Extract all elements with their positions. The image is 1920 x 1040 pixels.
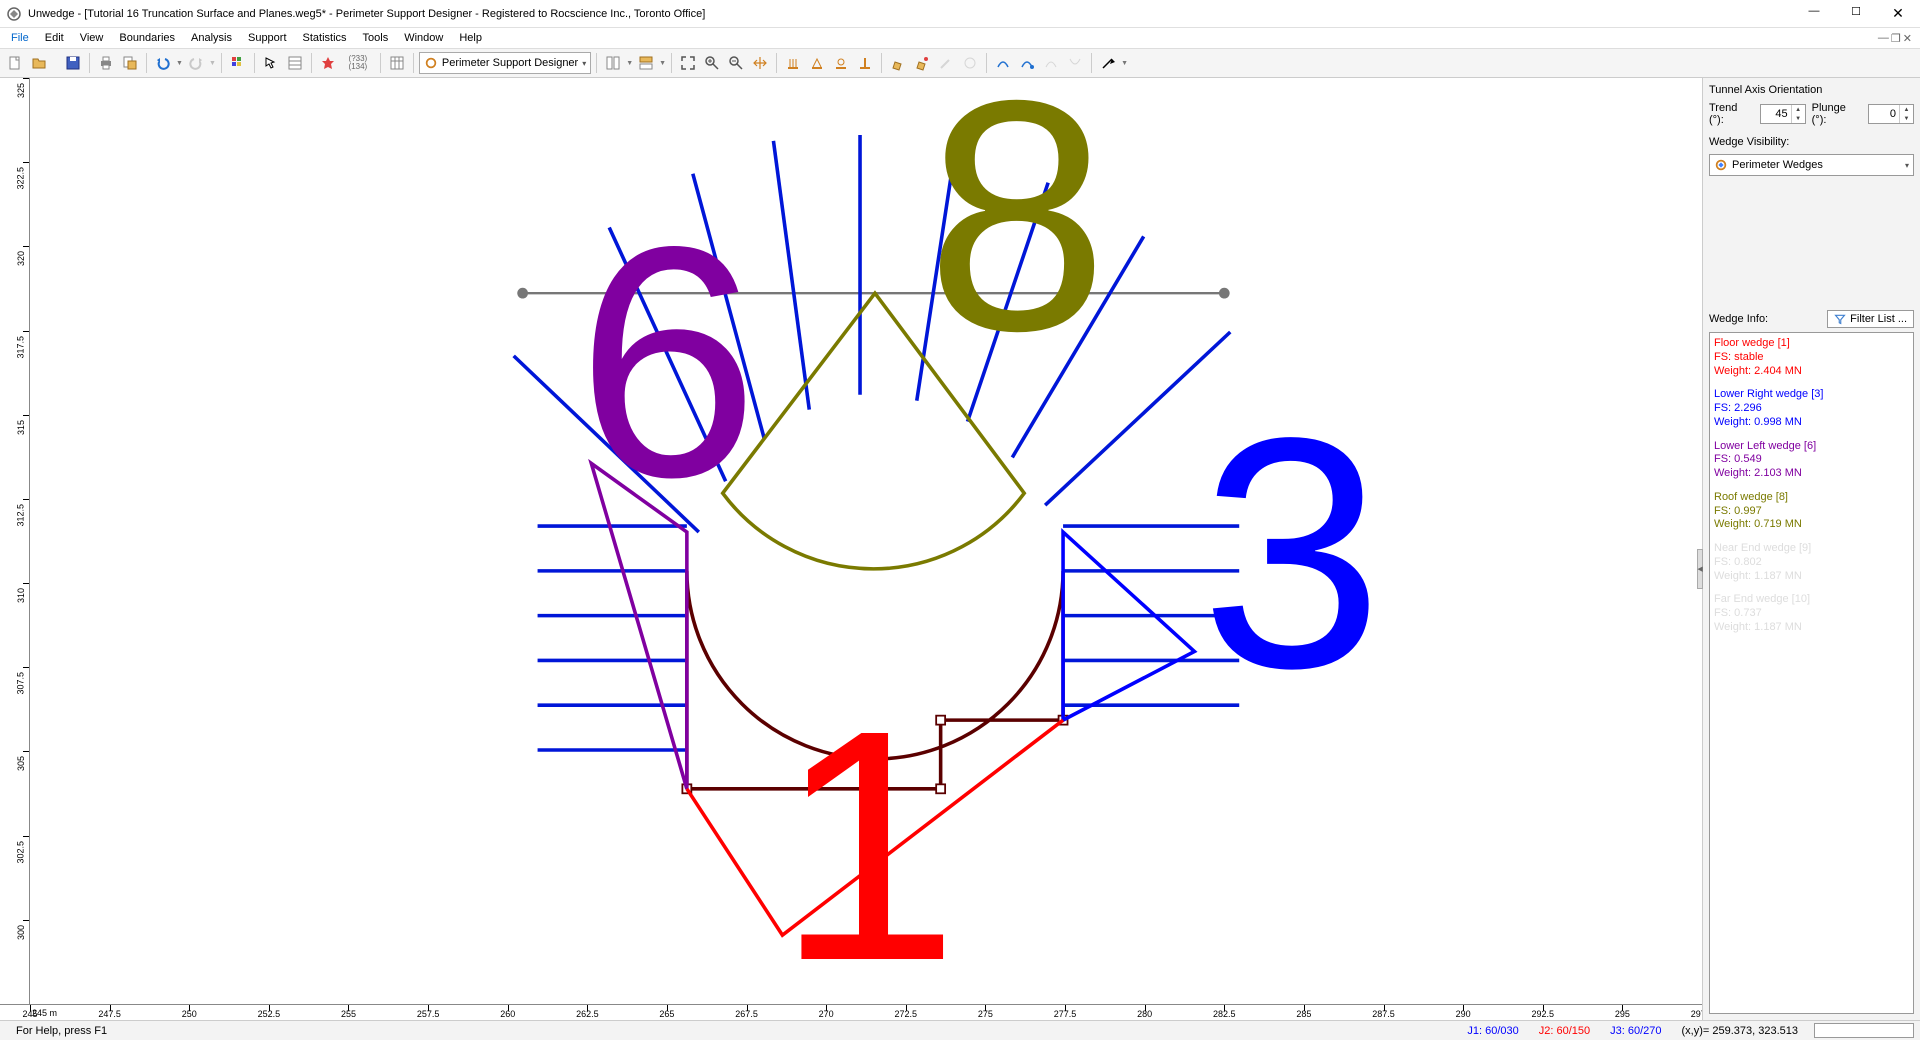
- bolt1-button[interactable]: [782, 52, 804, 74]
- close-button[interactable]: ✕: [1886, 5, 1910, 22]
- redo-button[interactable]: [185, 52, 207, 74]
- edit4-button[interactable]: [959, 52, 981, 74]
- plunge-spinner[interactable]: ▲▼: [1868, 104, 1914, 124]
- select-button[interactable]: [260, 52, 282, 74]
- curve4-button[interactable]: [1064, 52, 1086, 74]
- visibility-value: Perimeter Wedges: [1732, 159, 1823, 171]
- print-button[interactable]: [95, 52, 117, 74]
- zoom-in-button[interactable]: [701, 52, 723, 74]
- panel-collapse-grip[interactable]: ◀: [1697, 549, 1703, 589]
- edit1-button[interactable]: [887, 52, 909, 74]
- window-title: Unwedge - [Tutorial 16 Truncation Surfac…: [28, 8, 1802, 20]
- bolt3-button[interactable]: [830, 52, 852, 74]
- menu-analysis[interactable]: Analysis: [184, 31, 239, 45]
- wedgeinfo-heading: Wedge Info:: [1709, 313, 1768, 325]
- filter-list-label: Filter List ...: [1850, 313, 1907, 325]
- plunge-input[interactable]: [1869, 108, 1899, 120]
- table-button[interactable]: [386, 52, 408, 74]
- bolt4-button[interactable]: [854, 52, 876, 74]
- undo-button[interactable]: [152, 52, 174, 74]
- curve3-button[interactable]: [1040, 52, 1062, 74]
- zoom-out-button[interactable]: [725, 52, 747, 74]
- mdi-minimize[interactable]: —: [1878, 32, 1889, 45]
- zoom-extents-button[interactable]: [677, 52, 699, 74]
- trend-label: Trend (°):: [1709, 102, 1754, 126]
- coords-button[interactable]: (?33)(134): [341, 52, 375, 74]
- compute-button[interactable]: [317, 52, 339, 74]
- curve2-button[interactable]: [1016, 52, 1038, 74]
- label-wedge-3: 3: [1200, 369, 1383, 736]
- canvas-area[interactable]: 297.5300302.5305307.5310312.5315317.5320…: [0, 78, 1702, 1020]
- open-button[interactable]: [28, 52, 50, 74]
- axis-heading: Tunnel Axis Orientation: [1709, 84, 1914, 96]
- print-preview-button[interactable]: [119, 52, 141, 74]
- statusbar: For Help, press F1 J1: 60/030 J2: 60/150…: [0, 1020, 1920, 1040]
- save-button[interactable]: [62, 52, 84, 74]
- mdi-restore[interactable]: ❐: [1891, 32, 1901, 45]
- menu-file[interactable]: File: [4, 31, 36, 45]
- toolbar: ▼ ▼ (?33)(134) Perimeter Support Designe…: [0, 48, 1920, 78]
- view-mode-label: Perimeter Support Designer: [442, 57, 578, 69]
- label-wedge-1: 1: [776, 662, 959, 1004]
- menu-view[interactable]: View: [73, 31, 111, 45]
- plunge-label: Plunge (°):: [1812, 102, 1862, 126]
- menu-statistics[interactable]: Statistics: [296, 31, 354, 45]
- drawing-canvas[interactable]: 8 3 6 1: [30, 78, 1702, 1004]
- menu-edit[interactable]: Edit: [38, 31, 71, 45]
- ruler-horizontal: 245247.5250252.5255257.5260262.5265267.5…: [0, 1004, 1702, 1020]
- status-j3: J3: 60/270: [1600, 1025, 1671, 1037]
- edit3-button[interactable]: [935, 52, 957, 74]
- properties-button[interactable]: [284, 52, 306, 74]
- status-input[interactable]: [1814, 1023, 1914, 1038]
- visibility-heading: Wedge Visibility:: [1709, 136, 1914, 148]
- menu-support[interactable]: Support: [241, 31, 294, 45]
- status-j2: J2: 60/150: [1529, 1025, 1600, 1037]
- edit2-button[interactable]: [911, 52, 933, 74]
- trend-input[interactable]: [1761, 108, 1791, 120]
- new-button[interactable]: [4, 52, 26, 74]
- titlebar: Unwedge - [Tutorial 16 Truncation Surfac…: [0, 0, 1920, 28]
- menu-tools[interactable]: Tools: [356, 31, 396, 45]
- label-wedge-6: 6: [576, 178, 759, 545]
- minimize-button[interactable]: —: [1802, 5, 1826, 22]
- status-j1: J1: 60/030: [1457, 1025, 1528, 1037]
- menu-window[interactable]: Window: [397, 31, 450, 45]
- menu-boundaries[interactable]: Boundaries: [112, 31, 182, 45]
- status-coords: (x,y)= 259.373, 323.513: [1672, 1025, 1809, 1037]
- layout1-button[interactable]: [602, 52, 624, 74]
- side-panel: ◀ Tunnel Axis Orientation Trend (°): ▲▼ …: [1702, 78, 1920, 1020]
- menu-help[interactable]: Help: [452, 31, 489, 45]
- label-wedge-8: 8: [926, 78, 1109, 399]
- filter-list-button[interactable]: Filter List ...: [1827, 310, 1914, 328]
- mdi-close[interactable]: ✕: [1903, 32, 1912, 45]
- arrow-button[interactable]: [1097, 52, 1119, 74]
- layout2-button[interactable]: [635, 52, 657, 74]
- trend-spinner[interactable]: ▲▼: [1760, 104, 1806, 124]
- grid-button[interactable]: [227, 52, 249, 74]
- bolt2-button[interactable]: [806, 52, 828, 74]
- curve1-button[interactable]: [992, 52, 1014, 74]
- ruler-vertical: 297.5300302.5305307.5310312.5315317.5320…: [0, 78, 30, 1004]
- view-mode-combo[interactable]: Perimeter Support Designer ▾: [419, 52, 591, 74]
- maximize-button[interactable]: ☐: [1844, 5, 1868, 22]
- app-icon: [6, 6, 22, 22]
- pan-button[interactable]: [749, 52, 771, 74]
- menubar: File Edit View Boundaries Analysis Suppo…: [0, 28, 1920, 48]
- visibility-combo[interactable]: Perimeter Wedges ▾: [1709, 154, 1914, 176]
- wedge-info-list[interactable]: Floor wedge [1]FS: stableWeight: 2.404 M…: [1709, 332, 1914, 1014]
- status-help: For Help, press F1: [6, 1025, 117, 1037]
